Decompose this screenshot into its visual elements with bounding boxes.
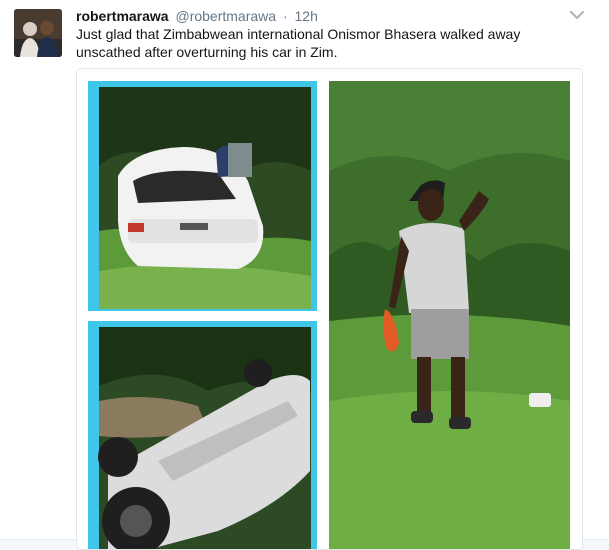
fullname[interactable]: robertmarawa <box>76 8 169 24</box>
photo-car-rear[interactable] <box>88 81 317 311</box>
avatar-image <box>14 9 62 57</box>
separator: · <box>282 8 288 24</box>
photo-man-standing[interactable] <box>329 81 570 549</box>
timestamp[interactable]: 12h <box>295 8 318 24</box>
tweet: robertmarawa @robertmarawa · 12h Just gl… <box>0 0 609 550</box>
tweet-text: Just glad that Zimbabwean international … <box>76 26 521 60</box>
avatar[interactable] <box>14 9 62 57</box>
tweet-header: robertmarawa @robertmarawa · 12h <box>76 7 318 25</box>
chevron-down-icon[interactable] <box>569 8 585 20</box>
media-container <box>76 68 583 550</box>
username[interactable]: @robertmarawa <box>175 8 276 24</box>
photo-car-overturned[interactable] <box>88 321 317 549</box>
